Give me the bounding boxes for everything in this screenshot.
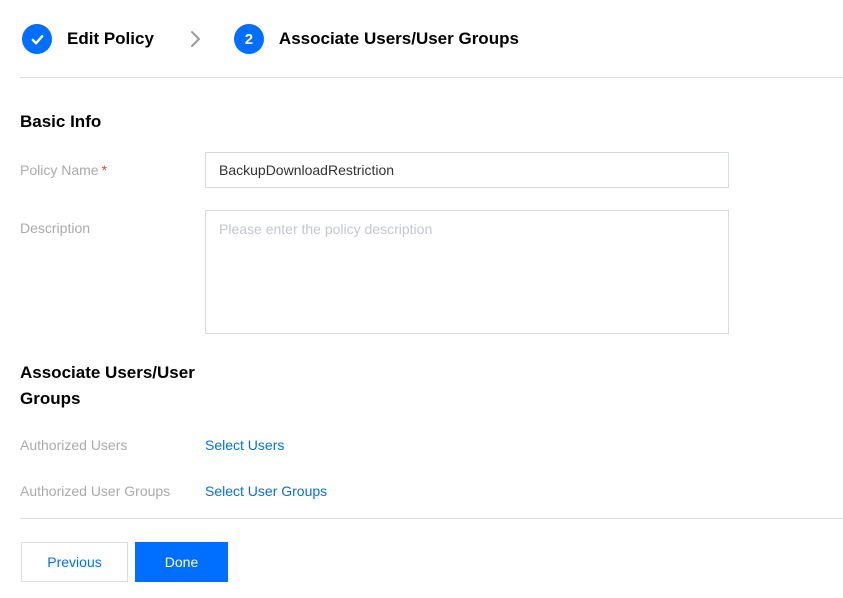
check-icon: [30, 32, 45, 47]
authorized-users-label: Authorized Users: [20, 437, 205, 453]
policy-name-row: Policy Name*: [20, 152, 843, 188]
step-number-indicator: 2: [234, 24, 264, 54]
policy-name-input[interactable]: [205, 152, 729, 188]
step-number: 2: [245, 31, 253, 48]
basic-info-title: Basic Info: [20, 109, 843, 135]
associate-section-title: Associate Users/User Groups: [20, 360, 210, 412]
step-associate-users: 2 Associate Users/User Groups: [234, 24, 519, 54]
done-button[interactable]: Done: [135, 542, 228, 582]
step-edit-policy[interactable]: Edit Policy: [22, 24, 154, 54]
required-asterisk: *: [102, 162, 107, 178]
authorized-user-groups-row: Authorized User Groups Select User Group…: [20, 483, 843, 499]
step-completed-indicator: [22, 24, 52, 54]
header-divider: [20, 77, 843, 78]
policy-name-label: Policy Name*: [20, 162, 205, 178]
select-user-groups-link[interactable]: Select User Groups: [205, 483, 327, 499]
footer-actions: Previous Done: [21, 542, 843, 582]
authorized-user-groups-label: Authorized User Groups: [20, 483, 205, 499]
description-label: Description: [20, 210, 205, 236]
footer-divider: [20, 518, 843, 519]
select-users-link[interactable]: Select Users: [205, 437, 284, 453]
step-label: Edit Policy: [67, 29, 154, 49]
description-row: Description: [20, 210, 843, 334]
description-textarea[interactable]: [205, 210, 729, 334]
wizard-stepper: Edit Policy 2 Associate Users/User Group…: [0, 0, 843, 54]
chevron-right-icon: [188, 28, 202, 50]
authorized-users-row: Authorized Users Select Users: [20, 437, 843, 453]
previous-button[interactable]: Previous: [21, 542, 128, 582]
step-label: Associate Users/User Groups: [279, 29, 519, 49]
